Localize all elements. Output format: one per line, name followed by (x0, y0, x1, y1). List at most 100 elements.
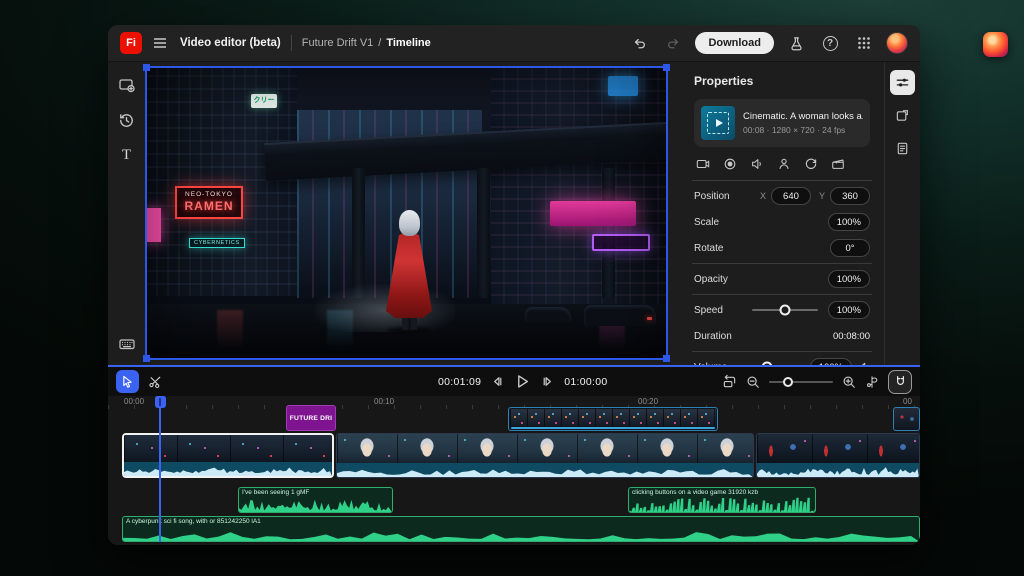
previous-frame-icon[interactable] (490, 374, 505, 389)
hamburger-menu-icon[interactable] (152, 35, 168, 51)
duration-row: Duration 00:08:00 (694, 325, 870, 347)
breadcrumb-project[interactable]: Future Drift V1 (302, 37, 374, 49)
ruler-mark: 00:20 (638, 397, 658, 406)
speed-slider[interactable] (752, 309, 818, 311)
opacity-label: Opacity (694, 274, 728, 285)
refresh-icon[interactable] (804, 157, 818, 171)
captions-icon[interactable] (890, 136, 915, 161)
app-window: Fi Video editor (beta) Future Drift V1 /… (108, 25, 920, 545)
beta-flask-icon[interactable] (784, 31, 808, 55)
audio-icon[interactable] (750, 157, 764, 171)
play-button-icon[interactable] (514, 373, 531, 390)
zoom-in-icon[interactable] (842, 375, 856, 389)
position-label: Position (694, 191, 730, 202)
breadcrumb-page[interactable]: Timeline (386, 37, 430, 49)
history-icon[interactable] (114, 107, 140, 133)
opacity-field[interactable]: 100% (828, 270, 870, 288)
select-tool-button[interactable] (116, 370, 139, 393)
duration-label: Duration (694, 331, 732, 342)
neon-sign-pink (550, 201, 636, 226)
overlay-video-clip-2[interactable] (893, 407, 920, 431)
opacity-row: Opacity 100% (694, 268, 870, 290)
clip-thumbnail (701, 106, 735, 140)
keyboard-shortcuts-icon[interactable] (114, 331, 140, 357)
firefly-logo[interactable]: Fi (120, 32, 142, 54)
redo-icon[interactable] (661, 31, 685, 55)
text-tool-icon[interactable]: T (114, 142, 140, 168)
speed-row: Speed 100% (694, 299, 870, 321)
properties-tab-icon[interactable] (890, 70, 915, 95)
current-timecode: 00:01:09 (438, 376, 481, 388)
split-tool-button[interactable] (143, 370, 166, 393)
neon-sign-cybernetics: CYBERNETICS (189, 238, 245, 248)
selected-clip-card[interactable]: Cinematic. A woman looks a... v.ffgenvid… (694, 99, 870, 147)
scene-woman-red-cape (385, 210, 433, 330)
video-frame: クリー NEO-TOKYO RAMEN CYBERNETICS (147, 68, 666, 358)
speed-field[interactable]: 100% (828, 301, 870, 319)
divider (291, 35, 292, 51)
transport-controls: 00:01:09 01:00:00 (438, 373, 608, 390)
record-circle-icon[interactable] (723, 157, 737, 171)
left-toolbar: T (108, 62, 145, 365)
duration-value: 00:08:00 (833, 331, 870, 342)
next-frame-icon[interactable] (540, 374, 555, 389)
total-timecode: 01:00:00 (564, 376, 607, 388)
video-clip-3[interactable] (756, 433, 920, 478)
zoom-out-icon[interactable] (746, 375, 760, 389)
video-clip-1-selected[interactable] (122, 433, 334, 478)
audio-clip-sfx[interactable]: clicking buttons on a video game 31920 k… (628, 487, 816, 513)
audio-clip-speech[interactable]: I've been seeing 1 gMF (238, 487, 393, 513)
rotate-row: Rotate 0° (694, 237, 870, 259)
properties-panel: Properties Cinematic. A woman looks a...… (680, 62, 884, 365)
firefly-badge[interactable] (983, 32, 1008, 57)
fit-timeline-icon[interactable] (722, 374, 737, 389)
playhead-line[interactable] (159, 396, 161, 542)
neon-sign-left (147, 208, 161, 242)
overlay-video-clip[interactable] (508, 407, 718, 431)
slate-icon[interactable] (831, 157, 845, 171)
apps-grid-icon[interactable] (852, 31, 876, 55)
playhead-handle[interactable] (155, 396, 166, 408)
scene-car (584, 305, 656, 326)
transform-handle-tl[interactable] (143, 64, 150, 71)
right-toolbar (884, 62, 920, 365)
position-x-field[interactable]: 640 (771, 187, 811, 205)
scale-label: Scale (694, 217, 719, 228)
character-icon[interactable] (777, 157, 791, 171)
scale-field[interactable]: 100% (828, 213, 870, 231)
position-y-field[interactable]: 360 (830, 187, 870, 205)
y-axis-label: Y (819, 191, 825, 201)
video-preview-canvas[interactable]: クリー NEO-TOKYO RAMEN CYBERNETICS (145, 66, 668, 360)
undo-icon[interactable] (627, 31, 651, 55)
clip-meta: 00:08 · 1280 × 720 · 24 fps (743, 125, 863, 135)
video-clip-2[interactable] (336, 433, 754, 478)
music-clip[interactable]: A cyberpunk sci fi song, with or 8512422… (122, 516, 920, 542)
text-clip-future-drift[interactable]: FUTURE DRI (286, 405, 336, 431)
user-avatar[interactable] (886, 32, 908, 54)
speed-label: Speed (694, 305, 723, 316)
top-bar: Fi Video editor (beta) Future Drift V1 /… (108, 25, 920, 62)
download-button[interactable]: Download (695, 32, 774, 54)
position-row: Position X 640 Y 360 (694, 185, 870, 207)
timeline-toolbar: 00:01:09 01:00:00 (108, 365, 920, 396)
neon-sign-ramen: NEO-TOKYO RAMEN (175, 186, 243, 219)
transform-handle-br[interactable] (663, 355, 670, 362)
camera-icon[interactable] (696, 157, 710, 171)
add-media-icon[interactable] (114, 72, 140, 98)
scene-buildings-right (491, 68, 666, 318)
express-export-icon[interactable] (890, 103, 915, 128)
help-icon[interactable]: ? (818, 31, 842, 55)
scene-edit-icon[interactable] (865, 375, 879, 389)
clip-action-row (696, 157, 868, 171)
transform-handle-tr[interactable] (663, 64, 670, 71)
ruler-mark: 00:10 (374, 397, 394, 406)
timeline-zoom-slider[interactable] (769, 381, 833, 383)
snap-magnet-toggle[interactable] (888, 370, 912, 394)
properties-title: Properties (694, 74, 870, 88)
breadcrumb: Future Drift V1 / Timeline (302, 37, 431, 49)
timeline-area: 00:00 00:10 00:20 00 FUTURE DRI (108, 396, 920, 545)
rotate-field[interactable]: 0° (830, 239, 870, 257)
scale-row: Scale 100% (694, 211, 870, 233)
x-axis-label: X (760, 191, 766, 201)
transform-handle-bl[interactable] (143, 355, 150, 362)
